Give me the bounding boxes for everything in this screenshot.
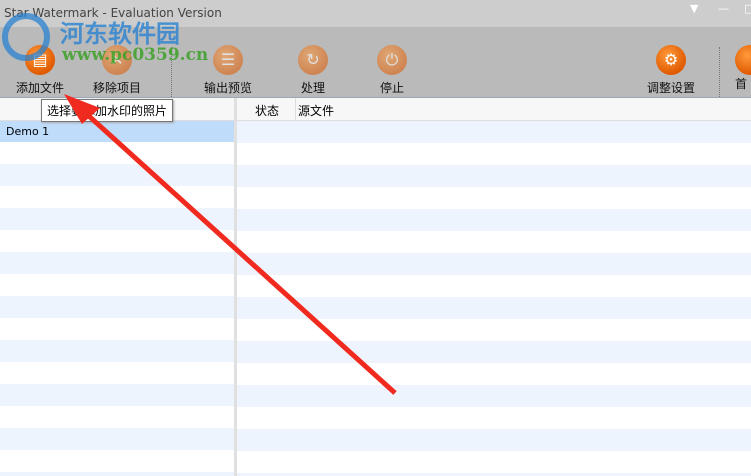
arrow-shaft [78,106,397,395]
annotation-arrow [64,94,397,395]
